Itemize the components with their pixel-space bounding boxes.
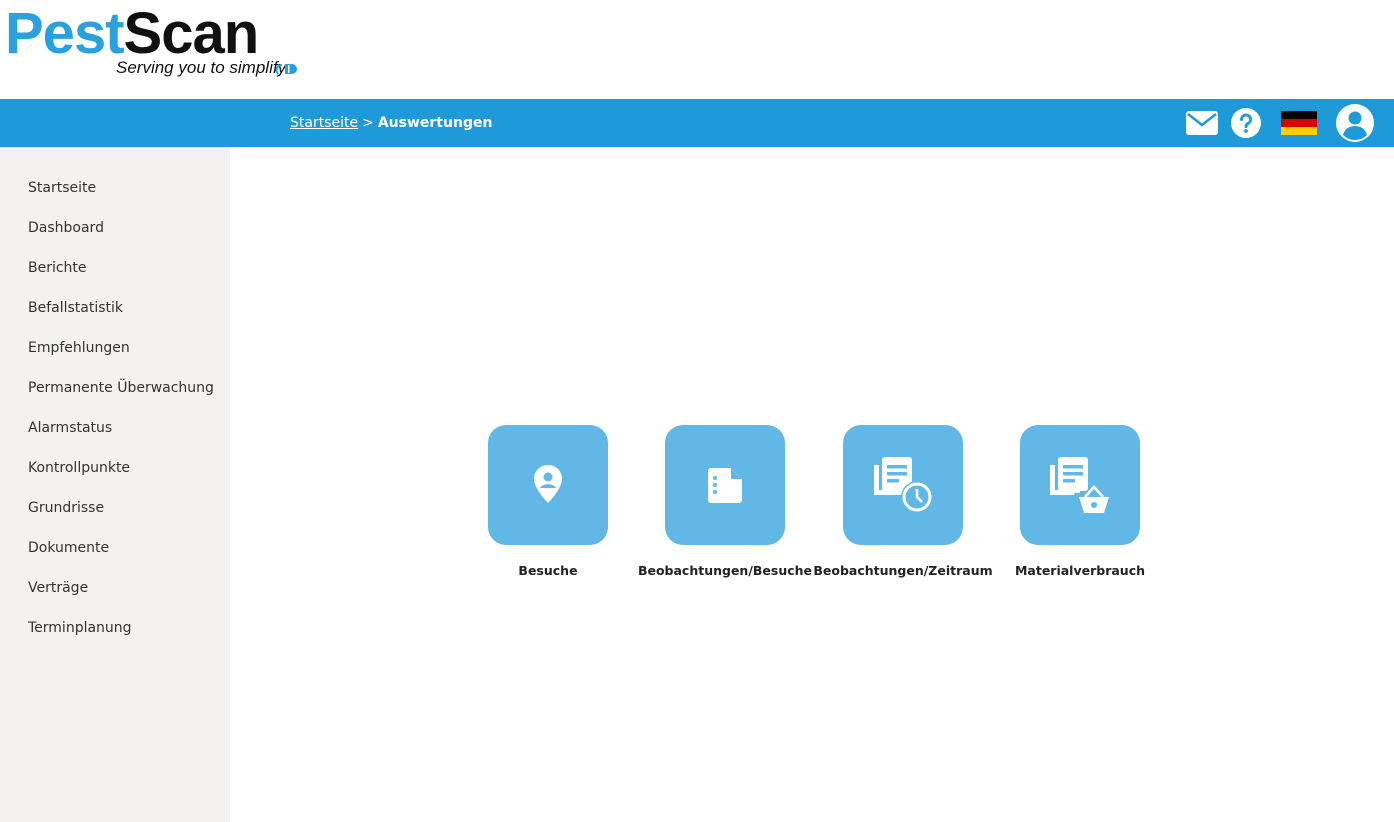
logo-wordmark: PestScan [5, 1, 259, 66]
top-navigation-bar: Startseite > Auswertungen [0, 99, 1394, 147]
sidebar: Startseite Dashboard Berichte Befallstat… [0, 147, 230, 822]
tile-materialverbrauch[interactable]: Materialverbrauch [990, 425, 1170, 578]
pestscan-logo[interactable]: PestScan Serving you to simplify [5, 2, 305, 82]
sidebar-item-permanente-ueberwachung[interactable]: Permanente Überwachung [0, 375, 230, 415]
tile-materialverbrauch-label: Materialverbrauch [1014, 563, 1146, 578]
documents-basket-icon [1050, 457, 1110, 515]
sidebar-item-vertraege[interactable]: Verträge [0, 575, 230, 615]
tile-beobachtungen-zeitraum-box [843, 425, 963, 545]
breadcrumb-home-link[interactable]: Startseite [290, 115, 358, 131]
tile-beobachtungen-zeitraum[interactable]: Beobachtungen/Zeitraum [813, 425, 993, 578]
sidebar-item-kontrollpunkte[interactable]: Kontrollpunkte [0, 455, 230, 495]
mail-icon [1186, 111, 1218, 135]
documents-clock-icon [874, 457, 933, 513]
tile-besuche-label: Besuche [518, 563, 578, 578]
tile-materialverbrauch-box [1020, 425, 1140, 545]
mail-button[interactable] [1186, 99, 1218, 147]
sidebar-item-terminplanung[interactable]: Terminplanung [0, 615, 230, 655]
sidebar-item-startseite[interactable]: Startseite [0, 175, 230, 215]
language-selector[interactable] [1280, 99, 1318, 147]
header: PestScan Serving you to simplify [0, 0, 1394, 99]
tile-beobachtungen-besuche[interactable]: Beobachtungen/Besuche [635, 425, 815, 578]
tile-besuche-box [488, 425, 608, 545]
sidebar-item-dokumente[interactable]: Dokumente [0, 535, 230, 575]
tile-beobachtungen-besuche-label: Beobachtungen/Besuche [637, 563, 813, 578]
main-content: Besuche Beobachtungen/Besuche Beobachtun… [230, 147, 1394, 822]
sidebar-item-grundrisse[interactable]: Grundrisse [0, 495, 230, 535]
document-icon [708, 468, 742, 503]
sidebar-item-berichte[interactable]: Berichte [0, 255, 230, 295]
tile-beobachtungen-besuche-box [665, 425, 785, 545]
sidebar-item-dashboard[interactable]: Dashboard [0, 215, 230, 255]
breadcrumb-current: Auswertungen [377, 115, 493, 131]
breadcrumb: Startseite > Auswertungen [290, 99, 492, 147]
location-pin-icon [534, 465, 562, 503]
tile-beobachtungen-zeitraum-label: Beobachtungen/Zeitraum [813, 563, 993, 578]
logo-mark-icon [275, 64, 297, 75]
sidebar-nav: Startseite Dashboard Berichte Befallstat… [0, 147, 230, 655]
tile-besuche[interactable]: Besuche [458, 425, 638, 578]
sidebar-item-befallstatistik[interactable]: Befallstatistik [0, 295, 230, 335]
help-icon [1231, 108, 1261, 138]
top-icons [1094, 99, 1394, 147]
sidebar-item-empfehlungen[interactable]: Empfehlungen [0, 335, 230, 375]
help-button[interactable] [1230, 99, 1262, 147]
sidebar-item-alarmstatus[interactable]: Alarmstatus [0, 415, 230, 455]
breadcrumb-separator: > [362, 115, 374, 131]
logo-tagline: Serving you to simplify [116, 58, 287, 77]
german-flag-icon [1281, 111, 1317, 135]
user-account-icon [1336, 104, 1374, 142]
user-account-button[interactable] [1335, 99, 1375, 147]
